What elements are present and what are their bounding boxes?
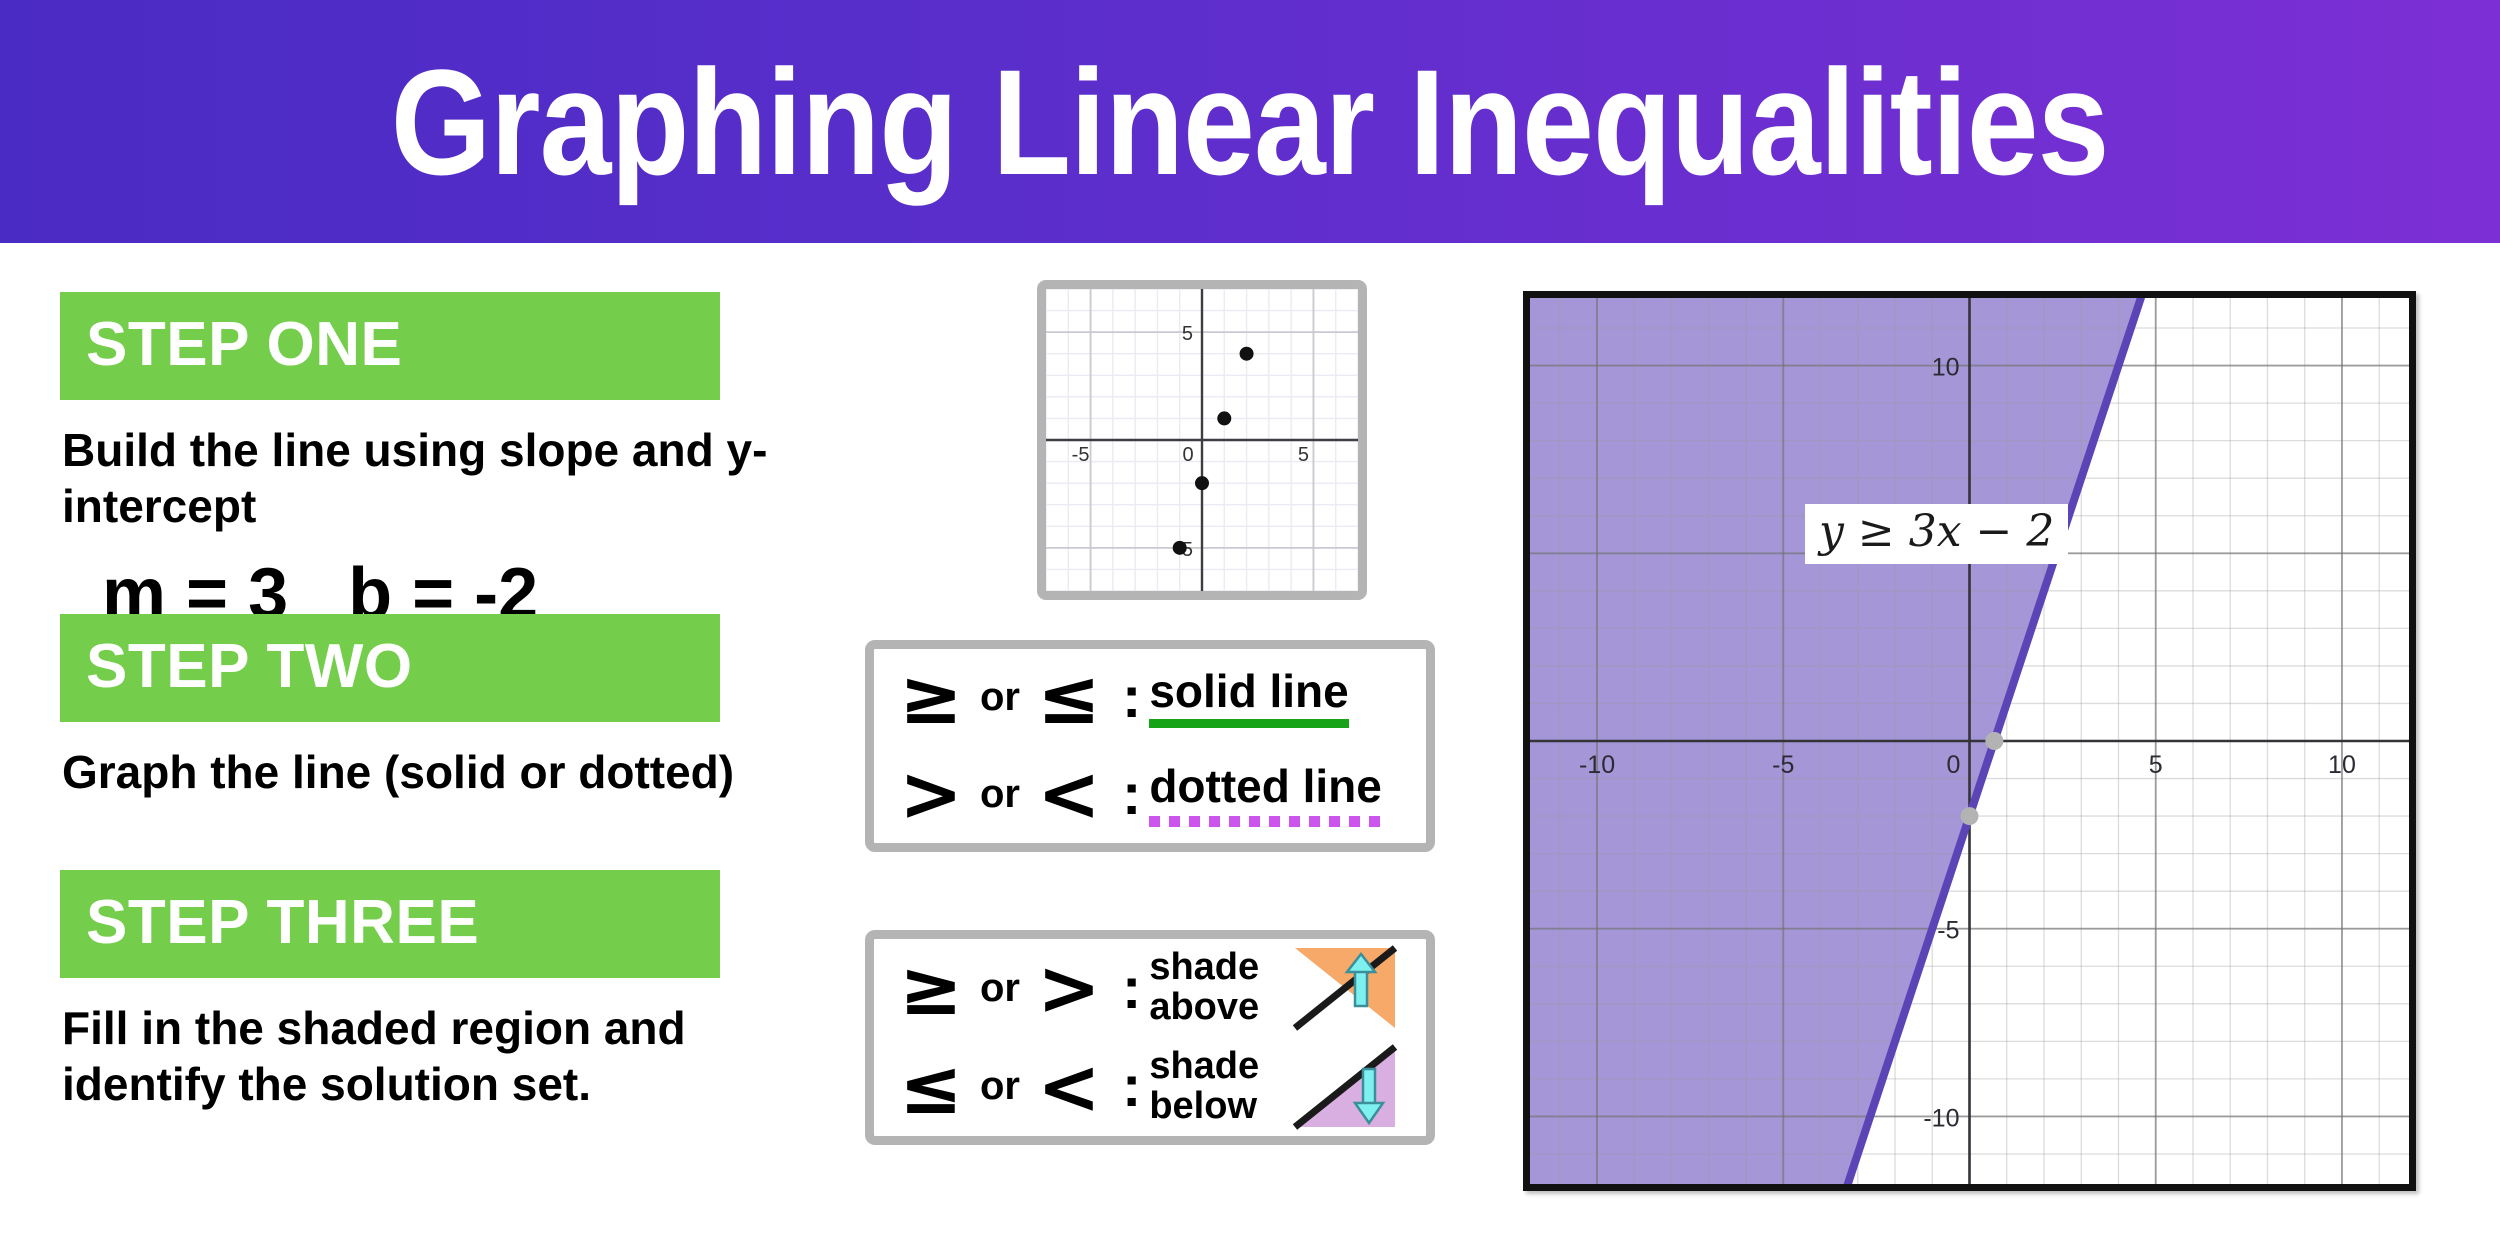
symbol-less-or-equal: ≤: [1037, 652, 1101, 742]
svg-text:0: 0: [1182, 444, 1193, 466]
colon-separator: :: [1122, 665, 1142, 730]
solid-line-sample: [1149, 719, 1349, 729]
shade-direction-legend-box: ≥ or > : shade above ≤ or < : shade belo…: [865, 930, 1435, 1145]
svg-text:-5: -5: [1937, 917, 1959, 945]
svg-text:5: 5: [1182, 323, 1193, 345]
mini-plot-svg: -505-55: [1045, 288, 1359, 592]
symbol-greater-than: >: [1037, 943, 1101, 1033]
step-one-block: STEP ONE Build the line using slope and …: [60, 292, 960, 630]
main-coordinate-plane: -10-50510-10-5510 y ≥ 3x − 2: [1523, 0, 2416, 1250]
symbol-less-than: <: [1037, 1041, 1101, 1131]
solid-line-label: solid line: [1149, 664, 1349, 717]
shade-above-icon: [1293, 945, 1398, 1031]
colon-separator: :: [1122, 955, 1142, 1021]
step-three-banner: STEP THREE: [60, 870, 720, 978]
legend-row-shade-below: ≤ or < : shade below: [874, 1038, 1426, 1137]
svg-text:10: 10: [2328, 751, 2356, 779]
or-label: or: [980, 675, 1020, 719]
step-two-block: STEP TWO Graph the line (solid or dotted…: [60, 614, 734, 800]
svg-text:-10: -10: [1923, 1104, 1959, 1132]
symbol-less-than: <: [1037, 749, 1101, 839]
shade-above-label: shade above: [1149, 946, 1260, 1029]
step-three-description: Fill in the shaded region and identify t…: [62, 1002, 686, 1111]
shade-below-icon: [1293, 1044, 1398, 1130]
legend-row-dotted: > or < : dotted line: [874, 746, 1426, 843]
step-two-description: Graph the line (solid or dotted): [62, 746, 735, 798]
symbol-greater-than: >: [899, 749, 963, 839]
step-three-block: STEP THREE Fill in the shaded region and…: [60, 870, 720, 1112]
page-header-banner: Graphing Linear Inequalities: [0, 0, 2500, 243]
dotted-line-sample: [1149, 816, 1382, 828]
svg-text:-10: -10: [1579, 751, 1615, 779]
symbol-greater-or-equal: ≥: [899, 652, 963, 742]
svg-text:5: 5: [2149, 751, 2163, 779]
or-label: or: [980, 772, 1020, 816]
svg-text:-5: -5: [1072, 444, 1090, 466]
mini-coordinate-plane: -505-55: [1037, 280, 1367, 600]
legend-row-shade-above: ≥ or > : shade above: [874, 939, 1426, 1038]
svg-text:0: 0: [1947, 751, 1961, 779]
svg-text:10: 10: [1932, 354, 1960, 382]
colon-separator: :: [1122, 1054, 1142, 1120]
line-type-legend-box: ≥ or ≤ : solid line > or < : dotted line: [865, 640, 1435, 852]
dotted-line-result: dotted line: [1149, 759, 1382, 828]
solid-line-result: solid line: [1149, 664, 1349, 729]
main-plot-svg: -10-50510-10-5510: [1530, 0, 2409, 1250]
svg-text:-5: -5: [1772, 751, 1794, 779]
step-one-banner: STEP ONE: [60, 292, 720, 400]
page-title: Graphing Linear Inequalities: [391, 37, 2110, 206]
symbol-less-or-equal: ≤: [899, 1041, 963, 1131]
or-label: or: [980, 1064, 1020, 1109]
colon-separator: :: [1122, 762, 1142, 827]
symbol-greater-or-equal: ≥: [899, 943, 963, 1033]
step-one-description: Build the line using slope and y-interce…: [62, 424, 768, 533]
svg-text:5: 5: [1298, 444, 1309, 466]
legend-row-solid: ≥ or ≤ : solid line: [874, 649, 1426, 746]
inequality-equation-label: y ≥ 3x − 2: [1805, 504, 2069, 564]
dotted-line-label: dotted line: [1149, 759, 1382, 812]
or-label: or: [980, 965, 1020, 1010]
step-two-banner: STEP TWO: [60, 614, 720, 722]
shade-below-label: shade below: [1149, 1044, 1260, 1127]
